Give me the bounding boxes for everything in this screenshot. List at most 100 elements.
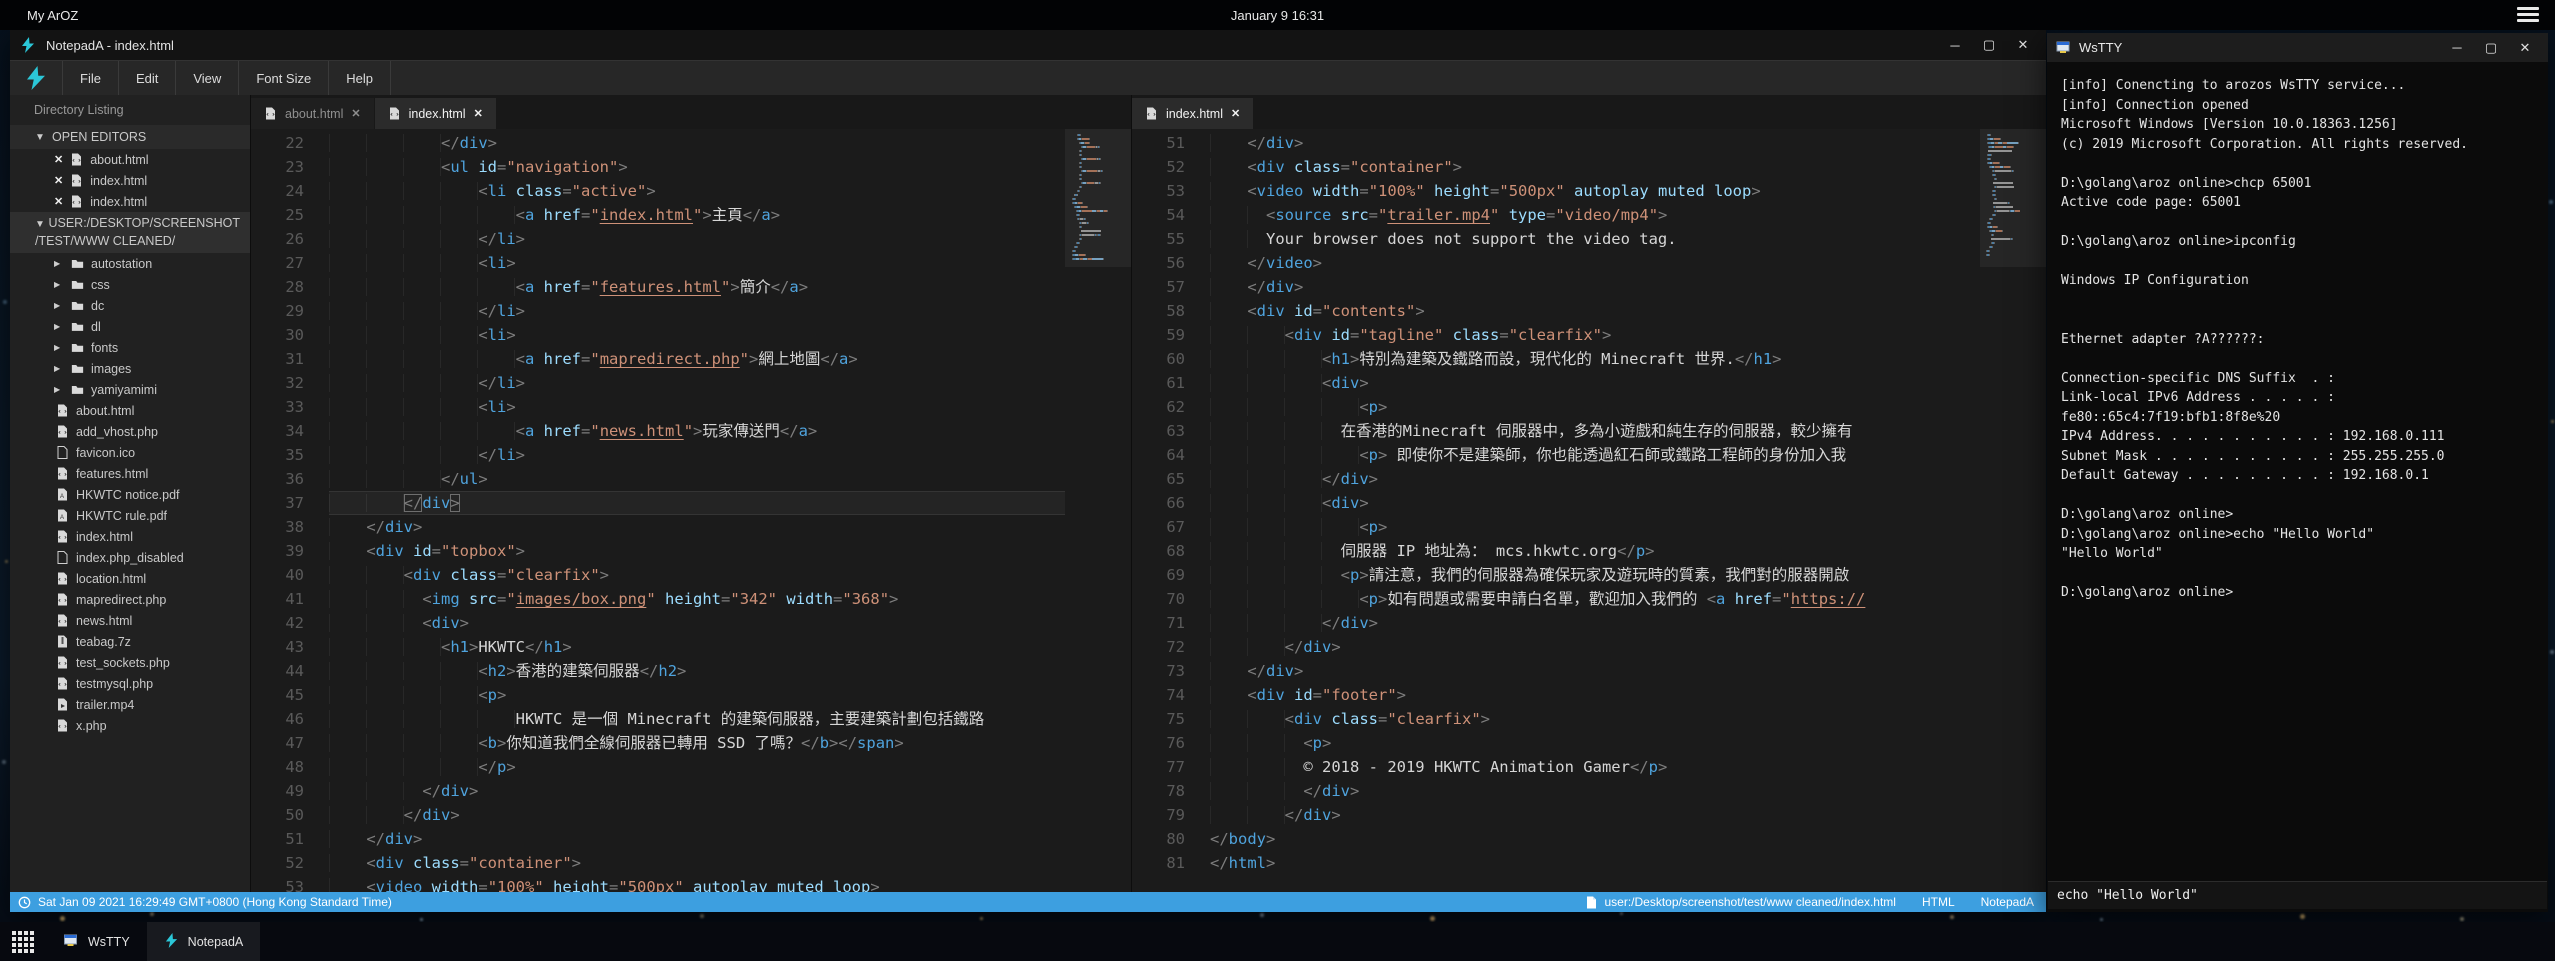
code-editor-right[interactable]: </div> <div class="container"> <video wi… — [1210, 129, 1980, 892]
sidebar-file-testmysql.php[interactable]: testmysql.php — [10, 673, 250, 694]
minimap-viewport[interactable] — [1065, 129, 1131, 267]
terminal-output[interactable]: [info] Conencting to arozos WsTTY servic… — [2047, 62, 2548, 881]
code-line-57[interactable]: </div> — [1210, 275, 1980, 299]
code-line-74[interactable]: <div id="footer"> — [1210, 683, 1980, 707]
code-line-80[interactable]: </body> — [1210, 827, 1980, 851]
code-line-44[interactable]: <h2>香港的建築伺服器</h2> — [329, 659, 1065, 683]
sidebar-file-favicon.ico[interactable]: favicon.ico — [10, 442, 250, 463]
menu-font-size[interactable]: Font Size — [238, 61, 328, 95]
maximize-icon[interactable]: ▢ — [2476, 37, 2506, 59]
wstty-titlebar[interactable]: WsTTY ─ ▢ ✕ — [2047, 33, 2548, 62]
open-editors-section-header[interactable]: ▼ OPEN EDITORS — [10, 125, 250, 149]
close-tab-icon[interactable]: ✕ — [474, 107, 483, 120]
sidebar-folder-yamiyamimi[interactable]: ▶yamiyamimi — [10, 379, 250, 400]
sidebar-file-HKWTC-notice.pdf[interactable]: AHKWTC notice.pdf — [10, 484, 250, 505]
minimap-viewport[interactable] — [1980, 129, 2046, 267]
root-folder-header[interactable]: ▼ USER:/DESKTOP/SCREENSHOT /TEST/WWW CLE… — [10, 212, 250, 253]
close-editor-icon[interactable]: ✕ — [54, 153, 63, 166]
code-line-63[interactable]: 在香港的Minecraft 伺服器中，多為小遊戲和純生存的伺服器，較少擁有 — [1210, 419, 1980, 443]
code-line-38[interactable]: </div> — [329, 515, 1065, 539]
sidebar-file-test-sockets.php[interactable]: test_sockets.php — [10, 652, 250, 673]
code-line-62[interactable]: <p> — [1210, 395, 1980, 419]
sidebar-file-about.html[interactable]: about.html — [10, 400, 250, 421]
sidebar-file-features.html[interactable]: features.html — [10, 463, 250, 484]
code-line-51[interactable]: </div> — [1210, 131, 1980, 155]
code-line-43[interactable]: <h1>HKWTC</h1> — [329, 635, 1065, 659]
menu-file[interactable]: File — [62, 61, 118, 95]
code-line-23[interactable]: <ul id="navigation"> — [329, 155, 1065, 179]
tab-index.html[interactable]: index.html✕ — [1132, 98, 1253, 129]
code-line-65[interactable]: </div> — [1210, 467, 1980, 491]
code-line-39[interactable]: <div id="topbox"> — [329, 539, 1065, 563]
tab-index.html[interactable]: index.html✕ — [375, 98, 496, 129]
code-line-69[interactable]: <p>請注意，我們的伺服器為確保玩家及遊玩時的質素，我們對的服器開啟 — [1210, 563, 1980, 587]
code-line-37[interactable]: </div> — [329, 491, 1065, 515]
code-line-26[interactable]: </li> — [329, 227, 1065, 251]
code-line-60[interactable]: <h1>特別為建築及鐵路而設，現代化的 Minecraft 世界.</h1> — [1210, 347, 1980, 371]
tab-about.html[interactable]: about.html✕ — [251, 98, 374, 129]
code-line-27[interactable]: <li> — [329, 251, 1065, 275]
menu-help[interactable]: Help — [328, 61, 391, 95]
sidebar-folder-dc[interactable]: ▶dc — [10, 295, 250, 316]
code-line-68[interactable]: 伺服器 IP 地址為： mcs.hkwtc.org</p> — [1210, 539, 1980, 563]
sidebar-file-mapredirect.php[interactable]: mapredirect.php — [10, 589, 250, 610]
code-line-53[interactable]: <video width="100%" height="500px" autop… — [329, 875, 1065, 892]
code-line-40[interactable]: <div class="clearfix"> — [329, 563, 1065, 587]
sidebar-folder-fonts[interactable]: ▶fonts — [10, 337, 250, 358]
code-line-64[interactable]: <p> 即使你不是建築師，你也能透過紅石師或鐵路工程師的身份加入我 — [1210, 443, 1980, 467]
code-line-32[interactable]: </li> — [329, 371, 1065, 395]
minimize-icon[interactable]: ─ — [2442, 37, 2472, 59]
sidebar-file-news.html[interactable]: news.html — [10, 610, 250, 631]
code-line-35[interactable]: </li> — [329, 443, 1065, 467]
code-line-45[interactable]: <p> — [329, 683, 1065, 707]
sidebar-file-index.html[interactable]: index.html — [10, 526, 250, 547]
code-line-59[interactable]: <div id="tagline" class="clearfix"> — [1210, 323, 1980, 347]
code-line-52[interactable]: <div class="container"> — [1210, 155, 1980, 179]
taskbar-item-notepada[interactable]: NotepadA — [147, 922, 261, 961]
code-line-75[interactable]: <div class="clearfix"> — [1210, 707, 1980, 731]
code-line-50[interactable]: </div> — [329, 803, 1065, 827]
statusbar-language[interactable]: HTML — [1922, 895, 1955, 909]
menu-view[interactable]: View — [175, 61, 238, 95]
app-launcher-icon[interactable] — [0, 922, 46, 961]
close-icon[interactable]: ✕ — [2008, 34, 2038, 56]
sidebar-folder-css[interactable]: ▶css — [10, 274, 250, 295]
close-editor-icon[interactable]: ✕ — [54, 195, 63, 208]
code-line-73[interactable]: </div> — [1210, 659, 1980, 683]
maximize-icon[interactable]: ▢ — [1974, 34, 2004, 56]
code-line-58[interactable]: <div id="contents"> — [1210, 299, 1980, 323]
sidebar-folder-autostation[interactable]: ▶autostation — [10, 253, 250, 274]
open-editor-item[interactable]: ✕index.html — [10, 191, 250, 212]
code-line-29[interactable]: </li> — [329, 299, 1065, 323]
code-line-48[interactable]: </p> — [329, 755, 1065, 779]
code-line-81[interactable]: </html> — [1210, 851, 1980, 875]
code-line-46[interactable]: HKWTC 是一個 Minecraft 的建築伺服器，主要建築計劃包括鐵路 — [329, 707, 1065, 731]
sidebar-file-add-vhost.php[interactable]: add_vhost.php — [10, 421, 250, 442]
code-editor-left[interactable]: </div> <ul id="navigation"> <li class="a… — [329, 129, 1065, 892]
code-line-36[interactable]: </ul> — [329, 467, 1065, 491]
open-editor-item[interactable]: ✕index.html — [10, 170, 250, 191]
open-editor-item[interactable]: ✕about.html — [10, 149, 250, 170]
code-line-42[interactable]: <div> — [329, 611, 1065, 635]
hamburger-menu-icon[interactable] — [2517, 7, 2539, 23]
minimap-left[interactable] — [1065, 129, 1131, 892]
code-line-56[interactable]: </video> — [1210, 251, 1980, 275]
code-line-72[interactable]: </div> — [1210, 635, 1980, 659]
sidebar-file-x.php[interactable]: x.php — [10, 715, 250, 736]
minimize-icon[interactable]: ─ — [1940, 34, 1970, 56]
close-editor-icon[interactable]: ✕ — [54, 174, 63, 187]
sidebar-file-HKWTC-rule.pdf[interactable]: AHKWTC rule.pdf — [10, 505, 250, 526]
code-line-53[interactable]: <video width="100%" height="500px" autop… — [1210, 179, 1980, 203]
code-line-30[interactable]: <li> — [329, 323, 1065, 347]
sidebar-file-index.php-disabled[interactable]: index.php_disabled — [10, 547, 250, 568]
sidebar-file-teabag.7z[interactable]: teabag.7z — [10, 631, 250, 652]
code-line-55[interactable]: Your browser does not support the video … — [1210, 227, 1980, 251]
sidebar-folder-images[interactable]: ▶images — [10, 358, 250, 379]
code-line-22[interactable]: </div> — [329, 131, 1065, 155]
code-line-77[interactable]: © 2018 - 2019 HKWTC Animation Gamer</p> — [1210, 755, 1980, 779]
system-menu-label[interactable]: My ArOZ — [27, 8, 78, 23]
sidebar-folder-dl[interactable]: ▶dl — [10, 316, 250, 337]
code-line-61[interactable]: <div> — [1210, 371, 1980, 395]
code-line-33[interactable]: <li> — [329, 395, 1065, 419]
code-line-66[interactable]: <div> — [1210, 491, 1980, 515]
